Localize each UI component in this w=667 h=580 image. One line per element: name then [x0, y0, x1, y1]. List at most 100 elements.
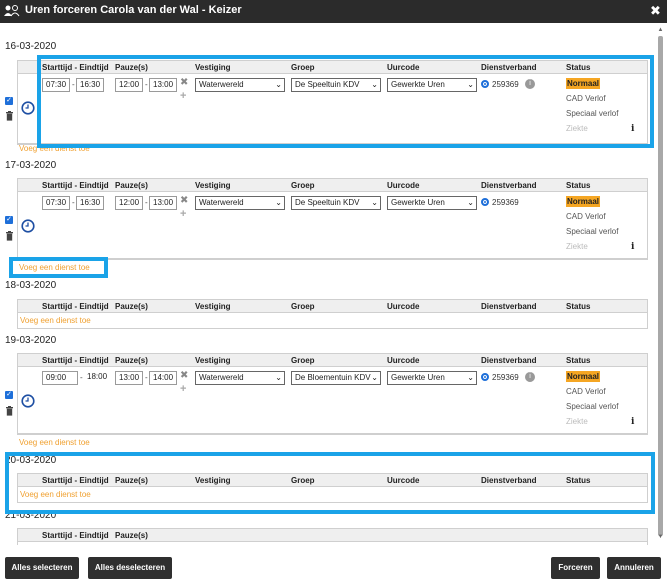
header-start-end: Starttijd - Eindtijd	[42, 531, 109, 540]
window-title: Uren forceren Carola van der Wal - Keize…	[25, 4, 242, 16]
status-cad-verlof[interactable]: CAD Verlof	[566, 387, 606, 396]
date-label: 16-03-2020	[5, 41, 57, 52]
add-pause-icon[interactable]: +	[180, 383, 186, 395]
scrollbar[interactable]: ▲ ▼	[657, 27, 664, 541]
status-ziekte: Ziekte	[566, 417, 588, 426]
vestiging-select[interactable]: Waterwereld ⌄	[195, 371, 285, 385]
date-label: 18-03-2020	[5, 280, 57, 291]
header-pause: Pauze(s)	[115, 302, 148, 311]
table-header: Starttijd - Eindtijd Pauze(s)	[18, 528, 647, 542]
end-time-input[interactable]: 16:30	[76, 196, 104, 210]
trash-icon[interactable]	[5, 231, 14, 241]
pause-start-input[interactable]: 12:00	[115, 196, 143, 210]
header-dienstverband: Dienstverband	[481, 302, 537, 311]
header-uurcode: Uurcode	[387, 181, 420, 190]
highlight-box	[9, 257, 108, 278]
status-normaal[interactable]: Normaal	[566, 371, 601, 382]
chevron-down-icon: ⌄	[371, 373, 378, 382]
vestiging-select[interactable]: Waterwereld ⌄	[195, 196, 285, 210]
header-start-end: Starttijd - Eindtijd	[42, 302, 109, 311]
header-status: Status	[566, 181, 591, 190]
header-pause: Pauze(s)	[115, 531, 148, 540]
table-row: 07:30 - 16:30 12:00 - 13:00 ✖ + Waterwer…	[18, 192, 647, 259]
header-vestiging: Vestiging	[195, 302, 231, 311]
remove-pause-icon[interactable]: ✖	[180, 370, 188, 381]
deselect-all-button[interactable]: Alles deselecteren	[88, 557, 172, 579]
scroll-down-icon[interactable]: ▼	[657, 534, 664, 541]
status-ziekte: Ziekte	[566, 242, 588, 251]
header-vestiging: Vestiging	[195, 181, 231, 190]
day-table: Starttijd - Eindtijd Pauze(s)	[17, 528, 648, 545]
groep-select[interactable]: De Speeltuin KDV ⌄	[291, 196, 381, 210]
row-checkbox[interactable]: ✓	[5, 216, 13, 224]
add-shift-link[interactable]: Voeg een dienst toe	[20, 316, 91, 325]
status-normaal[interactable]: Normaal	[566, 196, 601, 207]
row-checkbox[interactable]: ✓	[5, 391, 13, 399]
highlight-box	[5, 452, 655, 514]
highlight-box	[37, 55, 654, 148]
force-button[interactable]: Forceren	[551, 557, 600, 579]
header-start-end: Starttijd - Eindtijd	[42, 181, 109, 190]
day-table: Starttijd - Eindtijd Pauze(s) Vestiging …	[17, 178, 648, 260]
status-speciaal-verlof[interactable]: Speciaal verlof	[566, 402, 618, 411]
header-uurcode: Uurcode	[387, 302, 420, 311]
status-cad-verlof[interactable]: CAD Verlof	[566, 212, 606, 221]
trash-icon[interactable]	[5, 111, 14, 121]
table-header: Starttijd - Eindtijd Pauze(s) Vestiging …	[18, 299, 647, 313]
clock-icon[interactable]	[21, 101, 35, 115]
end-time-input[interactable]: 18:00	[84, 371, 112, 385]
pause-end-input[interactable]: 13:00	[149, 196, 177, 210]
scroll-up-icon[interactable]: ▲	[657, 27, 664, 34]
trash-icon[interactable]	[5, 406, 14, 416]
pause-end-input[interactable]: 14:00	[149, 371, 177, 385]
header-dienstverband: Dienstverband	[481, 181, 537, 190]
header-status: Status	[566, 302, 591, 311]
header-status: Status	[566, 356, 591, 365]
groep-select[interactable]: De Bloementuin KDV ⌄	[291, 371, 381, 385]
people-icon	[4, 5, 20, 17]
header-pause: Pauze(s)	[115, 181, 148, 190]
chevron-down-icon: ⌄	[467, 373, 474, 382]
clock-icon[interactable]	[21, 394, 35, 408]
start-time-input[interactable]: 09:00	[42, 371, 78, 385]
dienstverband-value: 259369	[492, 198, 519, 207]
table-row: 09:00 - 18:00 13:00 - 14:00 ✖ + Waterwer…	[18, 367, 647, 434]
clock-icon[interactable]	[21, 219, 35, 233]
header-vestiging: Vestiging	[195, 356, 231, 365]
header-uurcode: Uurcode	[387, 356, 420, 365]
title-bar: Uren forceren Carola van der Wal - Keize…	[0, 0, 667, 23]
dienstverband-radio[interactable]	[481, 373, 489, 381]
row-checkbox[interactable]: ✓	[5, 97, 13, 105]
chevron-down-icon: ⌄	[371, 198, 378, 207]
uurcode-select[interactable]: Gewerkte Uren ⌄	[387, 196, 477, 210]
info-icon[interactable]: i	[631, 242, 634, 252]
header-groep: Groep	[291, 356, 315, 365]
day-table: Starttijd - Eindtijd Pauze(s) Vestiging …	[17, 353, 648, 435]
date-label: 19-03-2020	[5, 335, 57, 346]
remove-pause-icon[interactable]: ✖	[180, 195, 188, 206]
table-header: Starttijd - Eindtijd Pauze(s) Vestiging …	[18, 353, 647, 367]
scrollbar-thumb[interactable]	[658, 36, 663, 536]
status-speciaal-verlof[interactable]: Speciaal verlof	[566, 227, 618, 236]
date-label: 17-03-2020	[5, 160, 57, 171]
header-groep: Groep	[291, 181, 315, 190]
info-icon[interactable]: i	[631, 417, 634, 427]
start-time-input[interactable]: 07:30	[42, 196, 70, 210]
header-start-end: Starttijd - Eindtijd	[42, 356, 109, 365]
add-shift-link[interactable]: Voeg een dienst toe	[19, 438, 90, 447]
cancel-button[interactable]: Annuleren	[607, 557, 661, 579]
info-icon[interactable]: i	[525, 372, 535, 382]
select-all-button[interactable]: Alles selecteren	[5, 557, 79, 579]
table-header: Starttijd - Eindtijd Pauze(s) Vestiging …	[18, 178, 647, 192]
chevron-down-icon: ⌄	[275, 373, 282, 382]
chevron-down-icon: ⌄	[467, 198, 474, 207]
header-pause: Pauze(s)	[115, 356, 148, 365]
pause-start-input[interactable]: 13:00	[115, 371, 143, 385]
day-table: Starttijd - Eindtijd Pauze(s) Vestiging …	[17, 299, 648, 329]
uurcode-select[interactable]: Gewerkte Uren ⌄	[387, 371, 477, 385]
add-pause-icon[interactable]: +	[180, 208, 186, 220]
close-icon[interactable]: ✖	[650, 3, 661, 19]
chevron-down-icon: ⌄	[275, 198, 282, 207]
header-groep: Groep	[291, 302, 315, 311]
dienstverband-radio[interactable]	[481, 198, 489, 206]
